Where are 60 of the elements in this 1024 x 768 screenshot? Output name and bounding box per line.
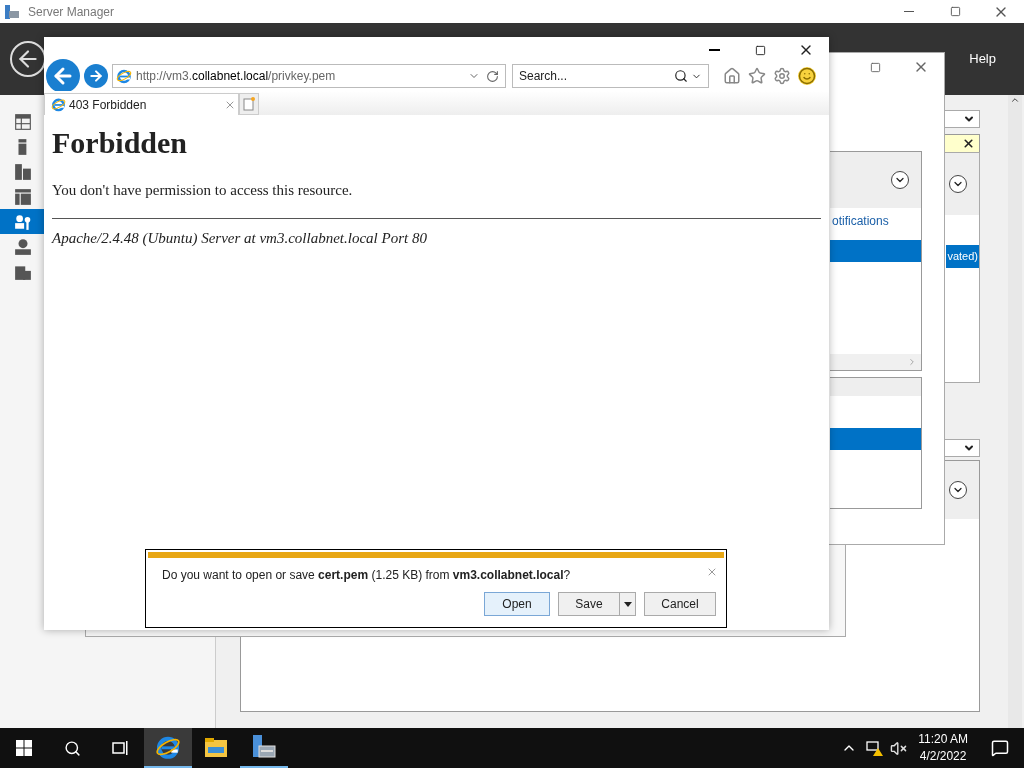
search-icon: [63, 739, 81, 757]
tab-label: 403 Forbidden: [69, 96, 147, 114]
forward-button[interactable]: [84, 64, 108, 88]
refresh-icon[interactable]: [486, 69, 499, 83]
page-message: You don't have permission to access this resource.: [52, 181, 354, 200]
window-title: Server Manager: [28, 3, 115, 21]
smiley-icon[interactable]: [798, 67, 816, 85]
search-input[interactable]: Search...: [519, 67, 659, 85]
link[interactable]: otifications: [830, 212, 889, 230]
expand-icon[interactable]: [949, 481, 967, 499]
notifications-icon: [991, 739, 1009, 757]
sidebar-icon[interactable]: [14, 162, 32, 181]
sidebar-icon[interactable]: [14, 112, 32, 131]
save-button[interactable]: Save: [558, 592, 636, 616]
forward-arrow-icon: [88, 68, 104, 84]
new-tab-icon: [243, 97, 255, 111]
server-signature: Apache/2.4.48 (Ubuntu) Server at vm3.collabnet.local Port 80: [52, 228, 428, 248]
menu-item[interactable]: Help: [969, 49, 996, 69]
sidebar-icon[interactable]: [14, 212, 32, 231]
search-icon[interactable]: [674, 69, 688, 83]
selected-row[interactable]: vated): [946, 245, 979, 268]
server-icon: [4, 3, 20, 20]
settings-icon[interactable]: [773, 67, 791, 85]
search-field[interactable]: Search...: [512, 64, 709, 88]
maximize-icon: [754, 44, 766, 56]
download-message: Do you want to open or save cert.pem (1.25 KB) from vm3.collabnet.local?: [162, 567, 571, 584]
browser-tab[interactable]: 403 Forbidden: [44, 93, 239, 115]
dialog-button[interactable]: Open: [484, 592, 550, 616]
maximize-icon: [949, 6, 961, 17]
dialog-button[interactable]: Cancel: [644, 592, 716, 616]
page-icon: [116, 68, 132, 84]
sidebar-item[interactable]: [0, 209, 44, 234]
clock-time[interactable]: 11:20 AM: [918, 731, 968, 748]
page-icon: [51, 97, 66, 112]
address-text: http://vm3.collabnet.local/privkey.pem: [136, 68, 336, 85]
scrollbar[interactable]: [1008, 95, 1022, 728]
task-view-icon: [111, 740, 129, 756]
address-bar[interactable]: http://vm3.collabnet.local/privkey.pem: [112, 64, 506, 88]
close-icon[interactable]: [962, 137, 975, 150]
sidebar-icon[interactable]: [14, 237, 32, 256]
scroll-up-icon[interactable]: [1010, 95, 1020, 105]
windows-icon: [16, 740, 32, 756]
expand-icon[interactable]: [891, 171, 909, 189]
network-warning-icon[interactable]: [866, 740, 885, 756]
taskbar-app[interactable]: [144, 728, 192, 768]
browser-icon: [155, 734, 181, 760]
volume-muted-icon[interactable]: [890, 739, 908, 757]
clock-date[interactable]: 4/2/2022: [919, 748, 967, 765]
sidebar-icon[interactable]: [14, 187, 32, 206]
folder-icon: [204, 737, 228, 759]
dropdown-icon[interactable]: [623, 601, 632, 607]
home-icon[interactable]: [723, 67, 741, 85]
minimize-icon: [708, 49, 720, 51]
star-icon[interactable]: [748, 67, 766, 85]
expand-icon[interactable]: [949, 175, 967, 193]
minimize-icon: [904, 11, 914, 12]
page-heading: Forbidden: [52, 125, 189, 161]
maximize-icon: [869, 61, 881, 73]
scrollbar[interactable]: [830, 354, 921, 370]
server-icon: [251, 734, 277, 760]
